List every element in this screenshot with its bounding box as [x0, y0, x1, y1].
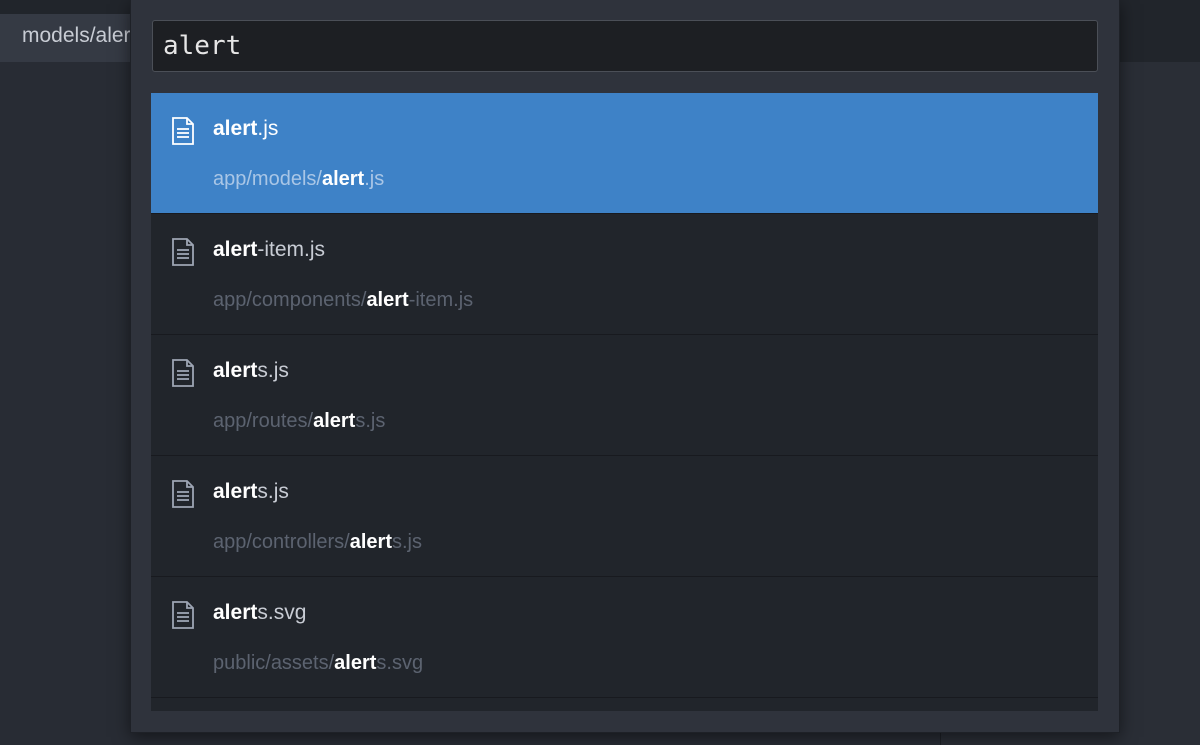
- fuzzy-finder-result[interactable]: alerts.js app/controllers/alerts.js: [151, 456, 1098, 577]
- result-file-path: public/assets/alerts.svg: [213, 649, 423, 677]
- text-segment: app/components/: [213, 289, 367, 311]
- result-file-name: alert.js: [213, 115, 278, 143]
- match-highlight: alert: [213, 117, 258, 140]
- match-highlight: alert: [213, 359, 258, 382]
- text-segment: s.js: [257, 359, 289, 382]
- match-highlight: alert: [334, 652, 377, 674]
- match-highlight: alert: [313, 410, 356, 432]
- file-icon: [171, 480, 195, 508]
- text-segment: app/routes/: [213, 410, 314, 432]
- file-icon: [171, 359, 195, 387]
- match-highlight: alert: [349, 531, 392, 553]
- fuzzy-finder-result[interactable]: alert-item.js app/components/alert-item.j…: [151, 214, 1098, 335]
- result-file-name: alerts.js: [213, 478, 289, 506]
- result-file-path: app/routes/alerts.js: [213, 407, 385, 435]
- text-segment: -item.js: [257, 238, 326, 261]
- text-segment: s.js: [355, 410, 386, 432]
- fuzzy-finder-modal: alert.jsapp/models/alert.jsalert-item.js…: [130, 0, 1120, 733]
- text-segment: s.js: [392, 531, 422, 553]
- text-segment: s.svg: [257, 601, 307, 624]
- match-highlight: alert: [321, 168, 365, 190]
- fuzzy-finder-search-input[interactable]: [152, 20, 1098, 72]
- result-file-path: app/models/alert.js: [213, 165, 384, 193]
- result-file-path: app/controllers/alerts.js: [213, 528, 422, 556]
- text-segment: -item.js: [408, 289, 474, 311]
- fuzzy-finder-result[interactable]: alerts.js app/routes/alerts.js: [151, 335, 1098, 456]
- match-highlight: alert: [213, 480, 258, 503]
- file-icon: [171, 601, 195, 629]
- text-segment: .js: [364, 168, 385, 190]
- text-segment: public/assets/: [213, 652, 335, 674]
- text-segment: .js: [257, 117, 279, 140]
- fuzzy-finder-result[interactable]: alert.js app/models/alert.js: [151, 93, 1098, 214]
- result-file-name: alert-item.js: [213, 236, 325, 264]
- match-highlight: alert: [213, 238, 258, 261]
- text-segment: app/controllers/: [213, 531, 350, 553]
- match-highlight: alert: [213, 601, 258, 624]
- result-file-path: app/components/alert-item.js: [213, 286, 473, 314]
- text-segment: app/models/: [213, 168, 322, 190]
- file-icon: [171, 117, 195, 145]
- text-segment: s.svg: [376, 652, 424, 674]
- fuzzy-finder-results-list: alert.js app/models/alert.js alert-item.js…: [151, 93, 1098, 711]
- match-highlight: alert: [366, 289, 409, 311]
- result-file-name: alerts.svg: [213, 599, 306, 627]
- text-segment: s.js: [257, 480, 289, 503]
- result-file-name: alerts.js: [213, 357, 289, 385]
- file-icon: [171, 238, 195, 266]
- fuzzy-finder-result[interactable]: alerts.svg public/assets/alerts.svg: [151, 577, 1098, 698]
